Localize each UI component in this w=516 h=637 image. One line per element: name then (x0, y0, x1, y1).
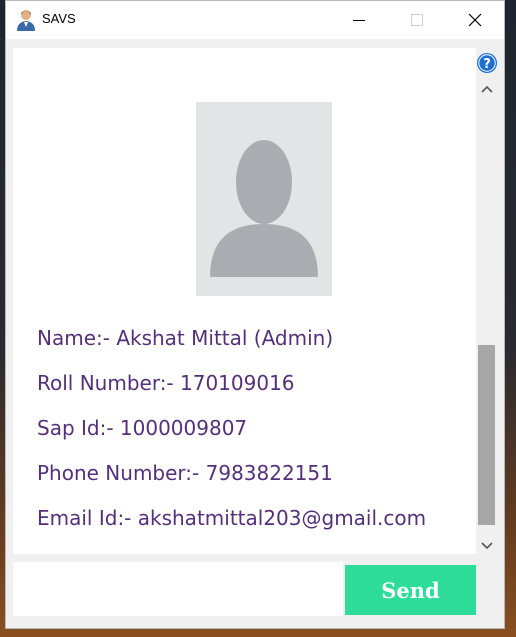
title-bar[interactable]: SAVS (6, 1, 504, 39)
profile-roll-number: Roll Number:- 170109016 (37, 371, 295, 395)
close-icon (468, 13, 482, 27)
app-window: SAVS Name:- Akshat Mittal (Admin) Roll N… (5, 0, 505, 629)
profile-photo (196, 102, 332, 296)
profile-name: Name:- Akshat Mittal (Admin) (37, 326, 334, 350)
help-icon: ? (477, 53, 497, 73)
chevron-up-icon (481, 85, 493, 93)
scroll-up-button[interactable] (481, 81, 493, 95)
scrollbar-thumb[interactable] (478, 345, 495, 525)
minimize-icon (353, 20, 365, 21)
profile-panel: Name:- Akshat Mittal (Admin) Roll Number… (13, 48, 476, 554)
user-avatar-icon (16, 9, 36, 31)
help-button[interactable]: ? (476, 52, 498, 74)
window-title: SAVS (42, 11, 76, 26)
chevron-down-icon (481, 542, 493, 550)
send-button[interactable]: Send (345, 565, 476, 615)
maximize-button[interactable] (394, 1, 440, 39)
minimize-button[interactable] (336, 1, 382, 39)
message-input[interactable] (13, 562, 343, 616)
profile-email: Email Id:- akshatmittal203@gmail.com (37, 506, 427, 530)
maximize-icon (411, 14, 423, 26)
close-button[interactable] (452, 1, 498, 39)
default-user-silhouette-icon (210, 140, 318, 277)
svg-text:?: ? (483, 57, 491, 72)
scroll-down-button[interactable] (481, 538, 493, 552)
profile-sap-id: Sap Id:- 1000009807 (37, 416, 248, 440)
profile-phone: Phone Number:- 7983822151 (37, 461, 333, 485)
